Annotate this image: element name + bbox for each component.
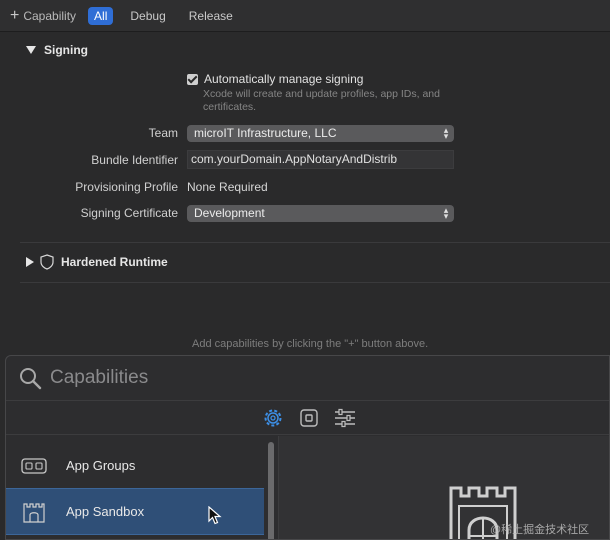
auto-manage-note: Xcode will create and update profiles, a… xyxy=(203,88,440,113)
filter-release[interactable]: Release xyxy=(183,7,239,25)
capabilities-search xyxy=(6,356,609,401)
app-groups-icon xyxy=(21,457,47,474)
provisioning-value: None Required xyxy=(187,180,268,194)
team-value: microIT Infrastructure, LLC xyxy=(194,126,337,140)
list-item-app-sandbox[interactable]: App Sandbox xyxy=(6,488,264,535)
add-capability-label: Capability xyxy=(23,8,77,23)
team-label: Team xyxy=(148,126,178,140)
add-capability-hint: Add capabilities by clicking the "+" but… xyxy=(192,338,429,350)
list-item-label: App Sandbox xyxy=(66,504,145,519)
auto-manage-signing-checkbox[interactable]: Automatically manage signing xyxy=(187,72,363,86)
list-item-label: App Groups xyxy=(66,458,136,473)
search-icon xyxy=(20,368,42,390)
hardened-runtime-toggle[interactable]: Hardened Runtime xyxy=(26,254,168,270)
list-item-app-groups[interactable]: App Groups xyxy=(6,442,264,489)
square-icon[interactable] xyxy=(297,406,321,430)
signing-section-toggle[interactable]: Signing xyxy=(26,43,88,57)
add-capability-button[interactable]: + Capability xyxy=(10,6,77,24)
auto-manage-label: Automatically manage signing xyxy=(204,72,364,86)
certificate-label: Signing Certificate xyxy=(80,206,178,220)
disclosure-triangle-icon xyxy=(26,257,34,267)
list-scrollbar[interactable] xyxy=(268,442,274,539)
chevron-updown-icon: ▴ ▾ xyxy=(443,125,449,141)
plus-icon: + xyxy=(10,6,20,24)
hardened-runtime-title: Hardened Runtime xyxy=(61,255,168,269)
capabilities-list: App Groups App Sandbox xyxy=(6,436,264,539)
signing-title: Signing xyxy=(44,43,88,57)
section-divider xyxy=(20,242,610,243)
section-divider xyxy=(20,282,610,283)
gear-icon[interactable] xyxy=(261,406,285,430)
team-popup[interactable]: microIT Infrastructure, LLC ▴ ▾ xyxy=(187,125,454,142)
certificate-popup[interactable]: Development ▴ ▾ xyxy=(187,205,454,222)
bundle-id-field[interactable]: com.yourDomain.AppNotaryAndDistrib xyxy=(187,150,454,169)
capabilities-library-panel: App Groups App Sandbox xyxy=(5,355,610,540)
certificate-value: Development xyxy=(194,206,265,220)
capability-filter-bar: + Capability All Debug Release xyxy=(0,0,610,32)
shield-icon xyxy=(40,254,54,270)
filter-all[interactable]: All xyxy=(88,6,114,25)
library-toolbar xyxy=(6,402,609,435)
chevron-updown-icon: ▴ ▾ xyxy=(443,205,449,221)
capabilities-search-input[interactable] xyxy=(50,367,550,389)
mouse-cursor-icon xyxy=(208,506,222,525)
checkmark-icon xyxy=(187,73,198,85)
filter-debug[interactable]: Debug xyxy=(124,7,171,25)
sliders-icon[interactable] xyxy=(333,406,357,430)
disclosure-triangle-icon xyxy=(26,46,36,54)
provisioning-label: Provisioning Profile xyxy=(75,180,178,194)
bundle-id-label: Bundle Identifier xyxy=(91,153,178,167)
watermark: @稀土掘金技术社区 xyxy=(490,524,590,536)
app-sandbox-icon xyxy=(23,502,45,523)
